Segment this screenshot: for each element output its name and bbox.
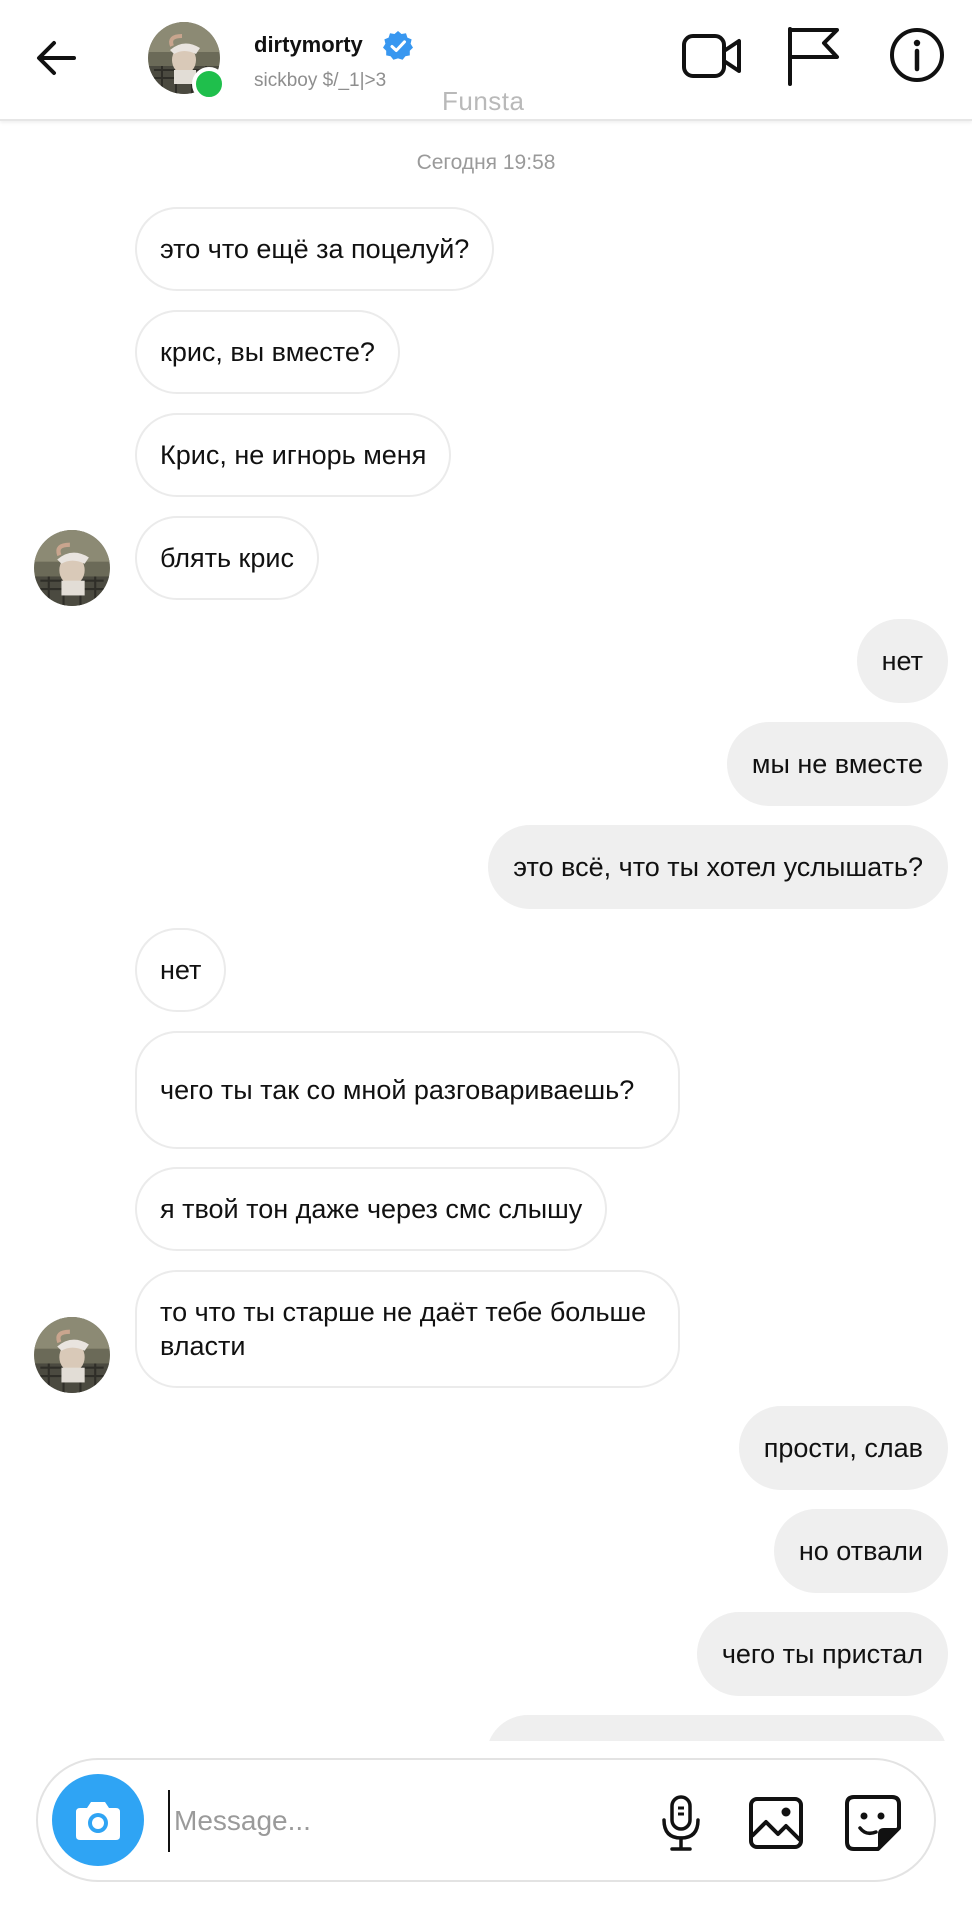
arrow-left-icon <box>37 41 76 75</box>
video-call-button[interactable] <box>681 30 743 82</box>
thread-timestamp: Сегодня 19:58 <box>416 151 556 174</box>
contact-username[interactable]: dirtymorty <box>254 32 363 58</box>
incoming-message[interactable]: крис, вы вместе? <box>135 310 400 394</box>
sender-avatar[interactable] <box>34 530 110 606</box>
outgoing-message-partial[interactable] <box>486 1715 948 1741</box>
incoming-message[interactable]: это что ещё за поцелуй? <box>135 207 495 291</box>
camera-button[interactable] <box>52 1774 144 1866</box>
flag-icon <box>788 27 839 86</box>
sender-avatar[interactable] <box>34 1317 110 1393</box>
voice-message-button[interactable] <box>656 1794 706 1852</box>
verified-badge-icon <box>382 30 414 62</box>
outgoing-message[interactable]: но отвали <box>773 1509 948 1593</box>
camera-icon <box>76 1802 120 1840</box>
back-button[interactable] <box>30 28 90 88</box>
conversation-info-button[interactable] <box>888 26 946 84</box>
message-thread[interactable]: Сегодня 19:58 это что ещё за поцелуй? кр… <box>0 121 972 1741</box>
message-input[interactable] <box>168 1790 656 1852</box>
outgoing-message[interactable]: прости, слав <box>738 1406 948 1490</box>
chat-header: dirtymorty sickboy $/_1|>3 Funsta <box>0 0 972 121</box>
online-status-indicator <box>192 67 226 101</box>
outgoing-message[interactable]: чего ты пристал <box>696 1612 948 1696</box>
gallery-icon <box>749 1797 803 1849</box>
info-icon <box>890 28 944 82</box>
sticker-icon <box>845 1795 901 1851</box>
app-watermark: Funsta <box>442 86 525 116</box>
direct-message-screen: dirtymorty sickboy $/_1|>3 Funsta Сегодн… <box>0 0 972 1920</box>
video-camera-icon <box>682 34 741 78</box>
sticker-button[interactable] <box>844 1794 902 1852</box>
outgoing-message[interactable]: это всё, что ты хотел услышать? <box>488 825 948 909</box>
incoming-message[interactable]: Крис, не игнорь меня <box>135 413 452 497</box>
incoming-message[interactable]: нет <box>135 928 227 1012</box>
contact-subtitle: sickboy $/_1|>3 <box>254 70 387 91</box>
outgoing-message[interactable]: мы не вместе <box>726 722 948 806</box>
incoming-message[interactable]: то что ты старше не даёт тебе больше вла… <box>135 1270 680 1388</box>
report-button[interactable] <box>783 24 843 86</box>
message-composer <box>36 1758 936 1882</box>
outgoing-message[interactable]: нет <box>856 619 948 703</box>
incoming-message[interactable]: блять крис <box>135 516 319 600</box>
incoming-message[interactable]: чего ты так со мной разговариваешь? <box>135 1031 680 1149</box>
microphone-icon <box>662 1795 700 1851</box>
incoming-message[interactable]: я твой тон даже через смс слышу <box>135 1167 608 1251</box>
gallery-button[interactable] <box>748 1796 804 1850</box>
